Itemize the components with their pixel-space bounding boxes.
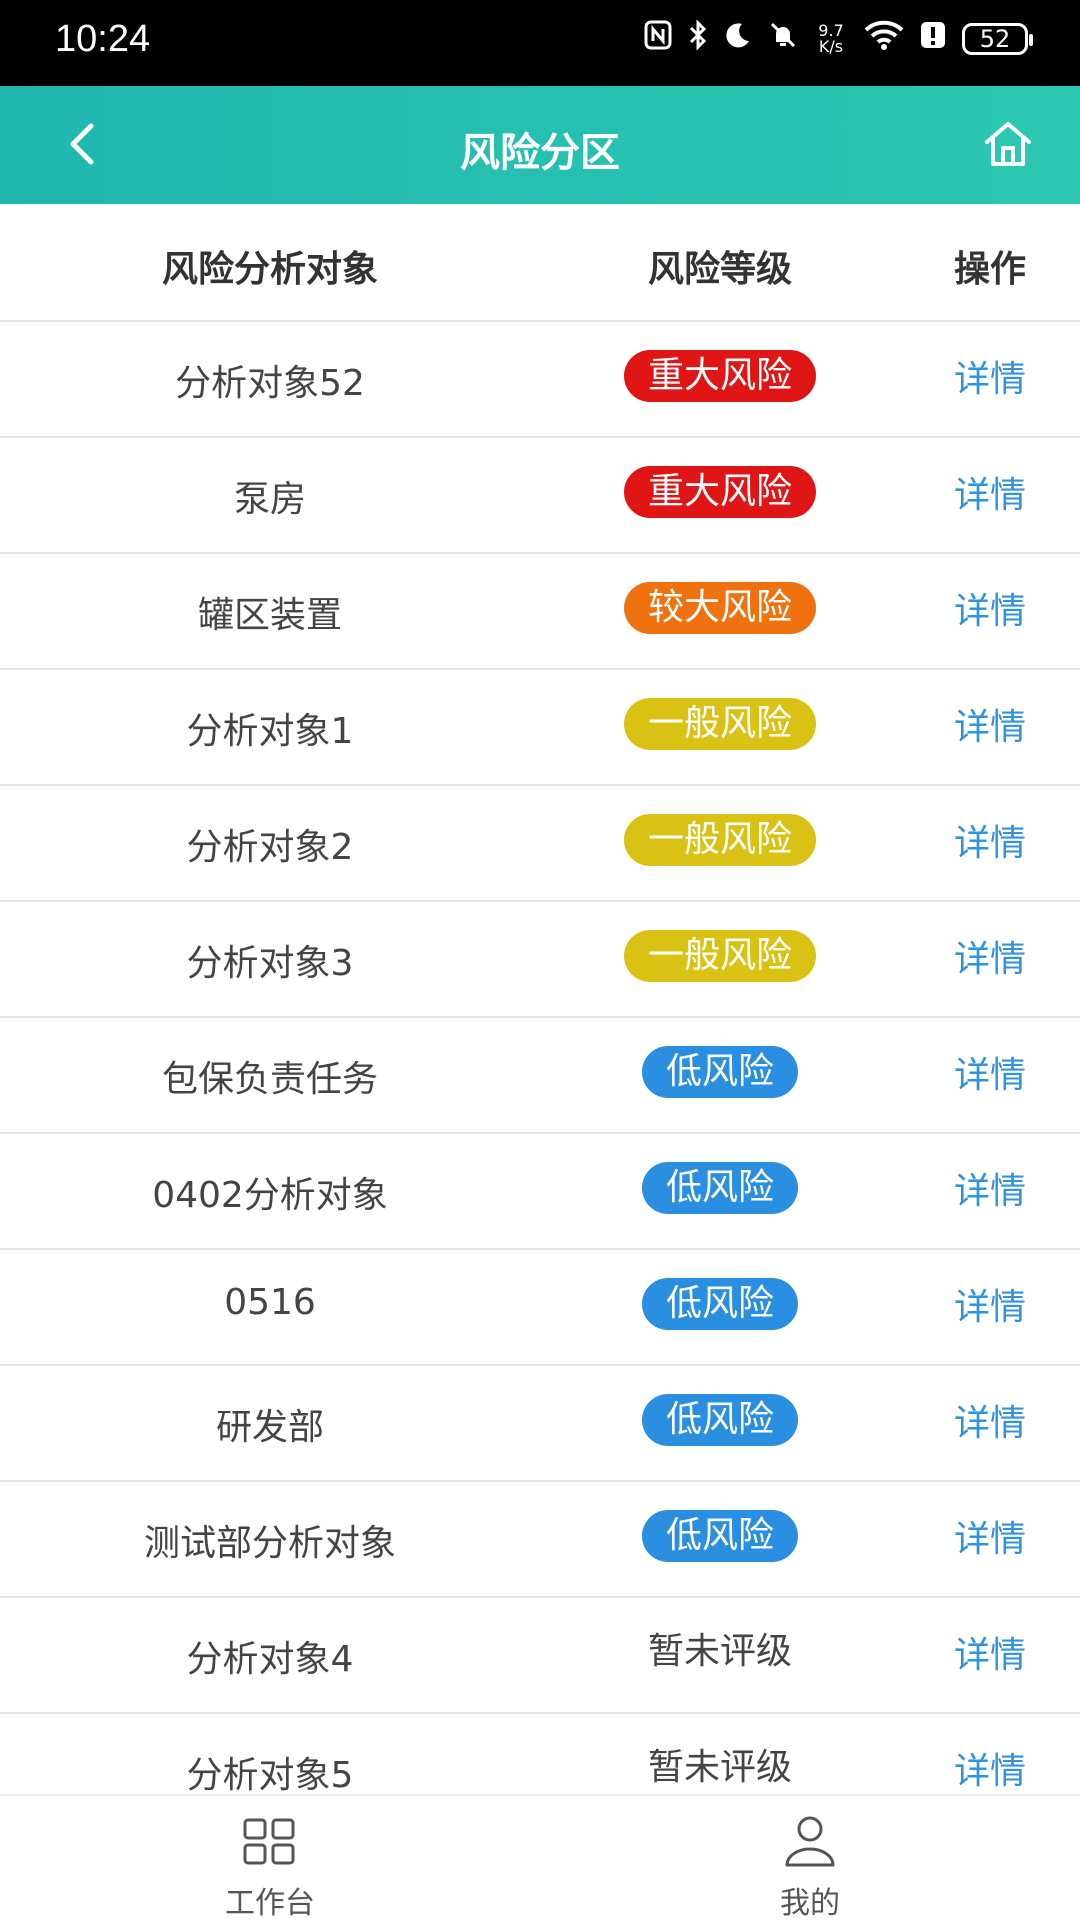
detail-link[interactable]: 详情 — [930, 814, 1050, 866]
risk-level-badge: 低风险 — [641, 1278, 798, 1330]
detail-link[interactable]: 详情 — [930, 1394, 1050, 1446]
table-row: 测试部分析对象 低风险 详情 — [0, 1482, 1080, 1598]
risk-level-badge: 重大风险 — [623, 350, 816, 402]
risk-level-cell: 低风险 — [570, 1162, 870, 1214]
page-title: 风险分区 — [460, 130, 620, 176]
risk-table-body: 分析对象52 重大风险 详情 泵房 重大风险 详情 罐区装置 较大风险 详情 分析对象1 一般风险详… — [0, 322, 1080, 1830]
risk-object-name: 罐区装置 — [197, 595, 342, 636]
risk-object-name: 包保负责任务 — [161, 1059, 378, 1100]
risk-object-name: 研发部 — [215, 1407, 324, 1448]
detail-link[interactable]: 详情 — [930, 466, 1050, 518]
risk-object-name: 泵房 — [233, 479, 306, 520]
detail-link[interactable]: 详情 — [930, 930, 1050, 982]
risk-level-badge: 低风险 — [641, 1046, 798, 1098]
risk-level-badge: 低风险 — [641, 1510, 798, 1562]
net-speed-unit: K/s — [818, 37, 844, 56]
risk-object-name: 分析对象4 — [186, 1639, 354, 1680]
nav-label-mine: 我的 — [780, 1886, 840, 1921]
risk-object-name: 分析对象3 — [186, 943, 354, 984]
risk-level-cell: 一般风险 — [570, 698, 870, 750]
nfc-icon — [644, 20, 672, 58]
column-header-level: 风险等级 — [647, 249, 792, 290]
risk-level-badge: 低风险 — [641, 1394, 798, 1446]
user-icon — [782, 1815, 838, 1873]
table-row: 分析对象52 重大风险 详情 — [0, 322, 1080, 438]
risk-level-cell: 重大风险 — [570, 466, 870, 518]
app-bar: 风险分区 — [0, 86, 1080, 204]
detail-link[interactable]: 详情 — [930, 1278, 1050, 1330]
table-row: 分析对象2 一般风险 详情 — [0, 786, 1080, 902]
wifi-icon — [864, 20, 904, 58]
bottom-nav: 工作台 我的 — [0, 1794, 1080, 1922]
risk-level-text: 暂未评级 — [647, 1631, 792, 1672]
status-icons: 9.7 K/s 52 — [644, 19, 1033, 58]
risk-level-cell: 低风险 — [570, 1394, 870, 1446]
status-time: 10:24 — [55, 18, 151, 60]
table-row: 分析对象4 暂未评级 详情 — [0, 1598, 1080, 1714]
nav-item-workbench[interactable]: 工作台 — [150, 1814, 390, 1922]
risk-level-badge: 一般风险 — [623, 930, 816, 982]
detail-link[interactable]: 详情 — [930, 1162, 1050, 1214]
table-header: 风险分析对象 风险等级 操作 — [0, 204, 1080, 322]
detail-link[interactable]: 详情 — [930, 582, 1050, 634]
detail-link[interactable]: 详情 — [930, 1626, 1050, 1678]
risk-object-name: 分析对象2 — [186, 827, 354, 868]
detail-link[interactable]: 详情 — [930, 1046, 1050, 1098]
risk-object-name: 分析对象52 — [175, 363, 365, 404]
risk-level-cell: 低风险 — [570, 1510, 870, 1562]
table-row: 0516 低风险 详情 — [0, 1250, 1080, 1366]
risk-object-name: 分析对象1 — [186, 711, 354, 752]
table-row: 研发部 低风险 详情 — [0, 1366, 1080, 1482]
home-button[interactable] — [976, 114, 1040, 178]
risk-object-name: 0402分析对象 — [152, 1175, 388, 1216]
bluetooth-icon — [688, 19, 708, 58]
battery-indicator: 52 — [962, 23, 1033, 55]
risk-level-cell: 一般风险 — [570, 930, 870, 982]
nav-label-workbench: 工作台 — [225, 1886, 315, 1921]
grid-icon — [242, 1817, 298, 1871]
status-bar: 10:24 9.7 K/s 52 — [0, 0, 1080, 86]
detail-link[interactable]: 详情 — [930, 1742, 1050, 1794]
risk-level-badge: 一般风险 — [623, 698, 816, 750]
detail-link[interactable]: 详情 — [930, 698, 1050, 750]
detail-link[interactable]: 详情 — [930, 350, 1050, 402]
battery-level: 52 — [979, 25, 1011, 53]
table-row: 泵房 重大风险 详情 — [0, 438, 1080, 554]
risk-level-cell: 低风险 — [570, 1046, 870, 1098]
risk-level-cell: 暂未评级 — [570, 1742, 870, 1794]
table-row: 罐区装置 较大风险 详情 — [0, 554, 1080, 670]
table-row: 分析对象1 一般风险 详情 — [0, 670, 1080, 786]
home-icon — [983, 120, 1033, 172]
detail-link[interactable]: 详情 — [930, 1510, 1050, 1562]
risk-object-name: 测试部分析对象 — [143, 1523, 396, 1564]
risk-level-cell: 重大风险 — [570, 350, 870, 402]
table-row: 分析对象3 一般风险 详情 — [0, 902, 1080, 1018]
risk-level-cell: 一般风险 — [570, 814, 870, 866]
risk-level-badge: 低风险 — [641, 1162, 798, 1214]
column-header-action: 操作 — [953, 249, 1026, 290]
moon-icon — [724, 21, 752, 57]
nav-item-mine[interactable]: 我的 — [690, 1814, 930, 1922]
risk-level-badge: 一般风险 — [623, 814, 816, 866]
risk-level-cell: 低风险 — [570, 1278, 870, 1330]
risk-level-cell: 暂未评级 — [570, 1626, 870, 1678]
risk-object-name: 分析对象5 — [186, 1755, 354, 1796]
network-speed: 9.7 K/s — [814, 23, 848, 55]
table-row: 0402分析对象 低风险 详情 — [0, 1134, 1080, 1250]
risk-object-name: 0516 — [224, 1282, 316, 1323]
risk-level-badge: 较大风险 — [623, 582, 816, 634]
risk-level-cell: 较大风险 — [570, 582, 870, 634]
alert-icon — [920, 20, 946, 58]
risk-level-badge: 重大风险 — [623, 466, 816, 518]
column-header-object: 风险分析对象 — [161, 249, 378, 290]
mute-bell-icon — [768, 20, 798, 58]
table-row: 包保负责任务 低风险 详情 — [0, 1018, 1080, 1134]
risk-level-text: 暂未评级 — [647, 1747, 792, 1788]
